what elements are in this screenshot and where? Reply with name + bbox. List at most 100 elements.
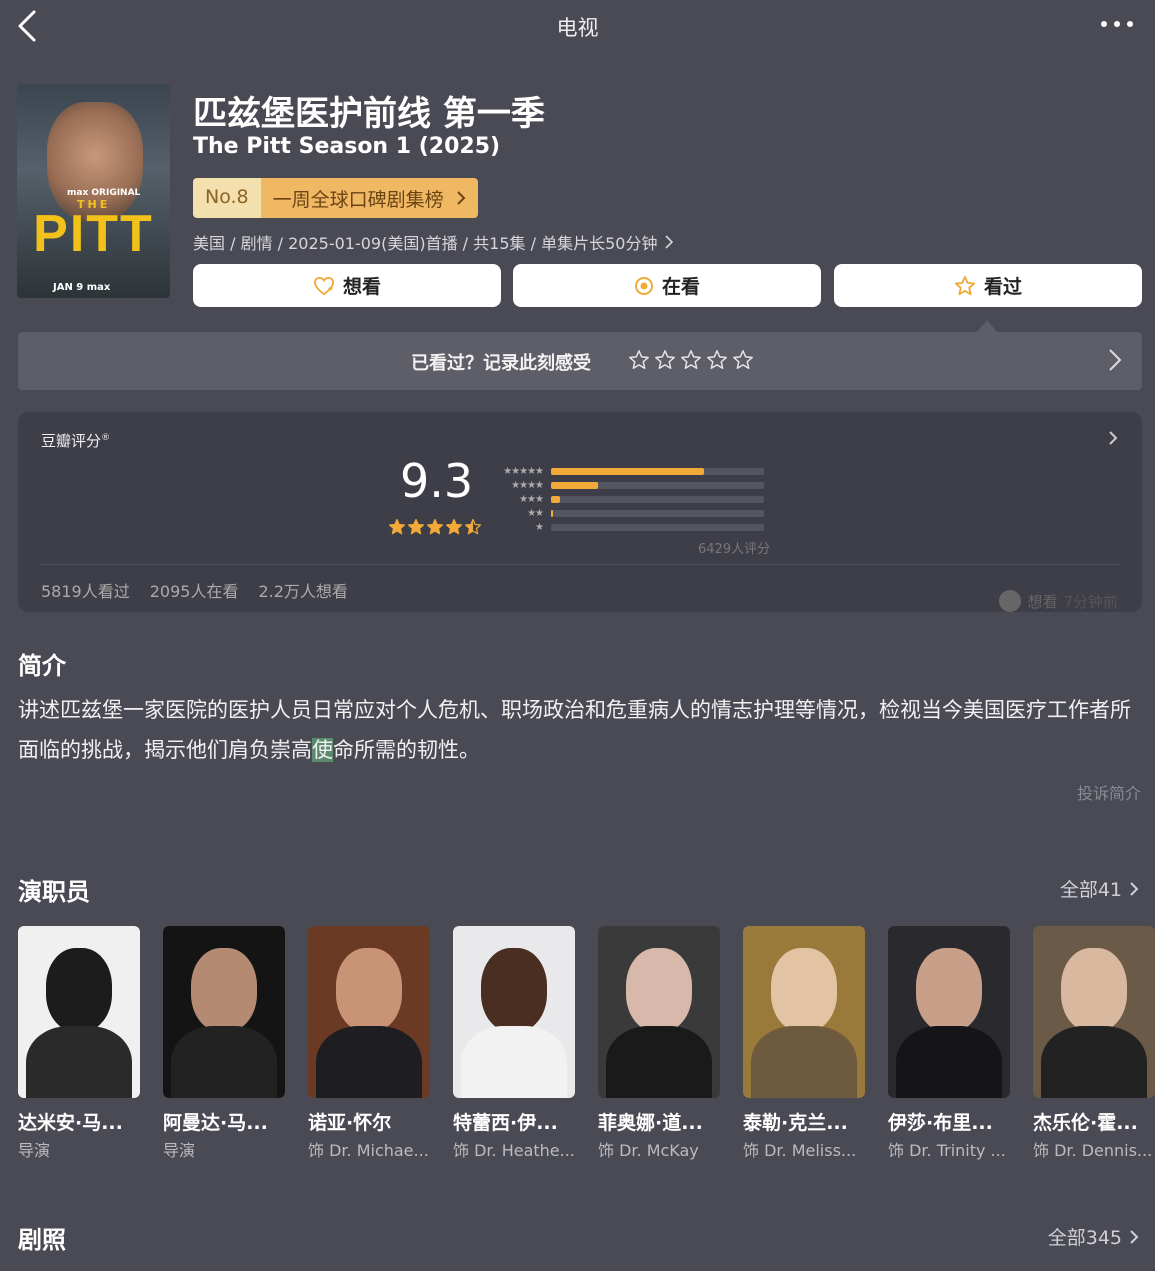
cast-role: 饰 Dr. Meliss... (743, 1141, 857, 1160)
cast-role: 饰 Dr. McKay (598, 1141, 699, 1160)
cast-photo-body (171, 1026, 277, 1098)
cast-photo (308, 926, 430, 1098)
cast-item[interactable]: 达米安·马... 导演 (18, 926, 140, 1161)
cast-all-link[interactable]: 全部41 (1060, 875, 1139, 902)
rating-count: 6429人评分 (698, 542, 771, 557)
stills-all-label: 全部345 (1047, 1227, 1122, 1249)
star-outline-icon[interactable] (706, 349, 728, 375)
cast-photo-head (916, 948, 982, 1032)
poster-brand: max ORIGINAL (67, 188, 141, 198)
poster-image[interactable]: max ORIGINAL THE PITT JAN 9 max (17, 84, 170, 298)
record-text: 已看过？记录此刻感受 (411, 353, 591, 374)
bar-stars: ★★★★★ (503, 465, 544, 477)
synopsis-part-2: 命所需的韧性。 (333, 738, 480, 762)
page-title: 电视 (556, 16, 599, 40)
meta-text: 美国 / 剧情 / 2025-01-09(美国)首播 / 共15集 / 单集片长… (193, 234, 658, 253)
cast-item[interactable]: 阿曼达·马... 导演 (163, 926, 285, 1161)
bar-stars: ★ (535, 521, 544, 533)
cast-photo (888, 926, 1010, 1098)
synopsis-highlight: 使 (312, 738, 333, 762)
star-outline-icon[interactable] (680, 349, 702, 375)
watching-label: 在看 (661, 276, 700, 298)
bar-stars: ★★ (527, 507, 544, 519)
rating-bar-row: ★★★ (496, 492, 764, 506)
chevron-right-icon (1130, 881, 1139, 896)
chevron-right-icon (1109, 431, 1118, 445)
want-button[interactable]: 想看 (193, 264, 501, 307)
bar-track (551, 481, 764, 489)
show-meta[interactable]: 美国 / 剧情 / 2025-01-09(美国)首播 / 共15集 / 单集片长… (193, 230, 674, 254)
star-icon (445, 518, 463, 540)
star-icon (464, 518, 482, 540)
cast-role: 饰 Dr. Heathe... (453, 1141, 575, 1160)
cast-name: 杰乐伦·霍... (1033, 1112, 1138, 1134)
cast-photo-body (751, 1026, 857, 1098)
star-icon (407, 518, 425, 540)
cast-item[interactable]: 诺亚·怀尔饰 Dr. Michae... (308, 926, 430, 1161)
bar-track (551, 523, 764, 531)
star-outline-icon[interactable] (628, 349, 650, 375)
stat-watching: 2095人在看 (149, 582, 239, 601)
star-outline-icon[interactable] (654, 349, 676, 375)
cast-name: 阿曼达·马... (163, 1112, 268, 1134)
bar-fill (551, 495, 560, 503)
rating-score: 9.3 (400, 454, 474, 508)
record-feeling-bar[interactable]: 已看过？记录此刻感受 (18, 332, 1142, 390)
rank-label-text: 一周全球口碑剧集榜 (272, 188, 444, 211)
star-outline-icon[interactable] (732, 349, 754, 375)
report-synopsis-link[interactable]: 投诉简介 (1077, 780, 1141, 804)
cast-photo-head (191, 948, 257, 1032)
bar-stars: ★★★★ (511, 479, 544, 491)
bar-track (551, 495, 764, 503)
rating-label-text: 豆瓣评分 (41, 432, 102, 450)
cast-name: 特蕾西·伊... (453, 1112, 558, 1134)
rating-card[interactable]: 豆瓣评分® 9.3 ★★★★★ ★★★★ ★★★ ★★ ★ 6429人评分 5819人看… (18, 412, 1142, 612)
cast-role: 导演 (18, 1141, 51, 1160)
synopsis-title: 简介 (18, 652, 66, 680)
cast-photo-head (481, 948, 547, 1032)
rate-stars[interactable] (628, 349, 754, 375)
cast-photo (18, 926, 140, 1098)
recent-activity: 想看 7分钟前 (999, 590, 1118, 612)
bar-track (551, 509, 764, 517)
cast-name: 达米安·马... (18, 1112, 123, 1134)
chevron-right-icon (456, 191, 466, 205)
cast-photo-body (461, 1026, 567, 1098)
cast-name: 伊莎·布里... (888, 1112, 993, 1134)
cast-item[interactable]: 泰勒·克兰... 饰 Dr. Meliss... (743, 926, 865, 1161)
recent-time: 7分钟前 (1063, 592, 1118, 611)
cast-item[interactable]: 菲奥娜·道... 饰 Dr. McKay (598, 926, 720, 1161)
cast-photo (743, 926, 865, 1098)
cast-photo (598, 926, 720, 1098)
cast-photo-head (336, 948, 402, 1032)
star-icon (388, 518, 406, 540)
bar-stars: ★★★ (519, 493, 544, 505)
chevron-right-icon (665, 235, 674, 249)
watched-button[interactable]: 看过 (834, 264, 1142, 307)
poster-title: PITT (33, 205, 154, 263)
bar-fill (551, 481, 598, 489)
ellipsis-icon[interactable] (1099, 12, 1135, 36)
avatar (999, 590, 1022, 612)
rating-bar-row: ★ (496, 520, 764, 534)
bar-fill (551, 509, 554, 517)
cast-photo (453, 926, 575, 1098)
cast-item[interactable]: 特蕾西·伊... 饰 Dr. Heathe... (453, 926, 575, 1161)
stills-title: 剧照 (18, 1226, 66, 1254)
watching-button[interactable]: 在看 (513, 264, 821, 307)
rank-number: No.8 (193, 178, 261, 218)
target-icon (634, 276, 653, 295)
show-title-en: The Pitt Season 1 (2025) (193, 134, 501, 159)
rank-badge[interactable]: No.8 一周全球口碑剧集榜 (193, 178, 478, 218)
star-icon (426, 518, 444, 540)
cast-photo-head (626, 948, 692, 1032)
cast-photo (1033, 926, 1155, 1098)
stills-all-link[interactable]: 全部345 (1048, 1223, 1139, 1250)
rating-stats: 5819人看过 2095人在看 2.2万人想看 (41, 578, 348, 602)
cast-photo-head (771, 948, 837, 1032)
bubble-pointer (977, 320, 997, 332)
cast-item[interactable]: 伊莎·布里... 饰 Dr. Trinity ... (888, 926, 1010, 1161)
cast-item[interactable]: 杰乐伦·霍... 饰 Dr. Dennis... (1033, 926, 1155, 1161)
top-bar: 电视 (0, 0, 1155, 56)
cast-photo-head (1061, 948, 1127, 1032)
